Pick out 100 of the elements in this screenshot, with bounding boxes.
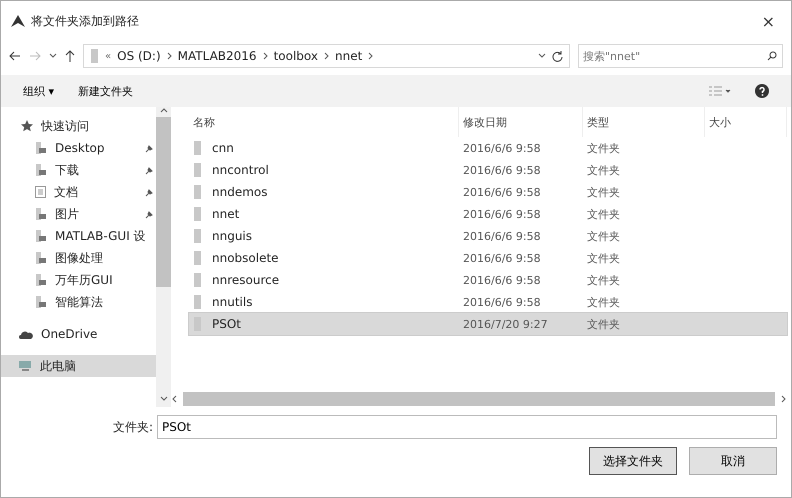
file-row[interactable]: nncontrol 2016/6/6 9:58 文件夹 bbox=[189, 159, 787, 181]
chevron-down-icon[interactable] bbox=[49, 53, 57, 59]
app-logo-icon bbox=[11, 15, 25, 27]
file-row[interactable]: nnobsolete 2016/6/6 9:58 文件夹 bbox=[189, 247, 787, 269]
file-name: nnet bbox=[212, 207, 240, 221]
file-row[interactable]: nndemos 2016/6/6 9:58 文件夹 bbox=[189, 181, 787, 203]
folder-icon bbox=[35, 230, 47, 242]
chevron-right-icon[interactable] bbox=[324, 52, 329, 60]
sidebar-item[interactable]: 文档 bbox=[1, 181, 156, 203]
table-cell-text: 2016/6/6 9:58 bbox=[462, 208, 542, 220]
folder-icon bbox=[35, 252, 47, 264]
chevron-down-icon[interactable] bbox=[538, 53, 546, 59]
file-row[interactable]: nnguis 2016/6/6 9:58 文件夹 bbox=[189, 225, 787, 247]
table-cell-text: 文件夹 bbox=[586, 162, 621, 178]
sidebar-item[interactable]: 图像处理 bbox=[1, 247, 156, 269]
sidebar-item[interactable]: 万年历GUI bbox=[1, 269, 156, 291]
table-cell-text: 2016/6/6 9:58 bbox=[462, 186, 542, 198]
breadcrumb-segment[interactable]: OS (D:) bbox=[117, 49, 161, 63]
search-icon[interactable] bbox=[767, 51, 777, 61]
file-row[interactable]: nnutils 2016/6/6 9:58 文件夹 bbox=[189, 291, 787, 313]
table-cell-text: 2016/6/6 9:58 bbox=[462, 142, 542, 154]
table-cell-text: 文件夹 bbox=[586, 140, 621, 156]
folder-icon bbox=[35, 296, 47, 308]
chevron-left-icon[interactable] bbox=[171, 395, 177, 403]
sidebar-item[interactable]: MATLAB-GUI 设 bbox=[1, 225, 156, 247]
table-cell-text: 2016/7/20 9:27 bbox=[462, 318, 549, 330]
close-button[interactable]: × bbox=[756, 12, 781, 30]
address-bar[interactable]: « OS (D:) MATLAB2016 toolbox nnet bbox=[83, 44, 570, 68]
table-cell-text: 文件夹 bbox=[586, 184, 621, 200]
table-cell-text: 文件夹 bbox=[586, 294, 621, 310]
pin-icon[interactable] bbox=[145, 188, 154, 196]
file-name: nnresource bbox=[212, 273, 280, 287]
dialog-button[interactable]: 取消 bbox=[689, 447, 777, 475]
file-name: nnobsolete bbox=[212, 251, 279, 265]
folder-icon bbox=[35, 274, 47, 286]
document-icon bbox=[35, 186, 46, 198]
breadcrumb-segment[interactable]: nnet bbox=[334, 49, 362, 63]
table-cell-text: 2016/6/6 9:58 bbox=[462, 164, 542, 176]
sidebar-item[interactable]: 快速访问 bbox=[1, 115, 156, 137]
up-arrow-icon[interactable] bbox=[65, 50, 75, 62]
chevron-right-icon[interactable] bbox=[262, 52, 268, 60]
refresh-icon[interactable] bbox=[552, 50, 563, 62]
table-cell-text: 2016/6/6 9:58 bbox=[462, 296, 542, 308]
back-arrow-icon[interactable] bbox=[9, 51, 21, 61]
file-row[interactable]: nnet 2016/6/6 9:58 文件夹 bbox=[189, 203, 787, 225]
help-icon[interactable] bbox=[755, 84, 769, 98]
table-cell-text: 文件夹 bbox=[586, 206, 621, 222]
computer-icon bbox=[19, 361, 32, 371]
folder-icon bbox=[193, 163, 202, 177]
overflow-chevron[interactable]: « bbox=[105, 50, 112, 62]
chevron-right-icon[interactable] bbox=[166, 52, 172, 60]
column-header[interactable]: 修改日期 bbox=[459, 107, 583, 137]
pin-icon[interactable] bbox=[145, 166, 154, 174]
folder-icon bbox=[193, 273, 202, 287]
table-cell-text: 文件夹 bbox=[586, 228, 621, 244]
folder-icon bbox=[193, 295, 202, 309]
cloud-icon bbox=[19, 330, 33, 338]
horizontal-scrollbar[interactable] bbox=[171, 391, 787, 407]
folder-name-field[interactable]: PSOt bbox=[157, 415, 777, 439]
sidebar-item[interactable]: Desktop bbox=[1, 137, 156, 159]
breadcrumb-segment[interactable]: MATLAB2016 bbox=[178, 49, 257, 63]
file-name: nnutils bbox=[212, 295, 252, 309]
folder-icon bbox=[90, 49, 99, 63]
file-name: cnn bbox=[212, 141, 234, 155]
pin-icon[interactable] bbox=[145, 144, 154, 152]
folder-icon bbox=[193, 185, 202, 199]
sidebar-item[interactable]: 此电脑 bbox=[1, 355, 156, 377]
search-field[interactable]: 搜索"nnet" bbox=[578, 44, 783, 68]
chevron-right-icon[interactable] bbox=[368, 52, 374, 60]
file-row[interactable]: PSOt 2016/7/20 9:27 文件夹 bbox=[189, 313, 787, 335]
column-header[interactable]: 大小 bbox=[705, 107, 787, 137]
folder-icon bbox=[193, 229, 202, 243]
column-header[interactable]: 名称 bbox=[189, 107, 459, 137]
view-list-icon[interactable] bbox=[709, 86, 731, 96]
folder-icon bbox=[35, 208, 47, 220]
chevron-right-icon[interactable] bbox=[781, 395, 787, 403]
sidebar-item[interactable]: 下载 bbox=[1, 159, 156, 181]
table-cell-text: 文件夹 bbox=[586, 250, 621, 266]
pin-icon[interactable] bbox=[145, 210, 154, 218]
breadcrumb-segment[interactable]: toolbox bbox=[274, 49, 318, 63]
scrollbar-thumb[interactable] bbox=[183, 392, 775, 406]
organize-menu[interactable]: 组织 ▾ bbox=[23, 84, 54, 98]
column-header[interactable]: 类型 bbox=[583, 107, 705, 137]
folder-icon bbox=[193, 251, 202, 265]
table-cell-text: 2016/6/6 9:58 bbox=[462, 274, 542, 286]
dialog-button[interactable]: 选择文件夹 bbox=[589, 447, 677, 475]
scrollbar-thumb[interactable] bbox=[156, 117, 171, 287]
table-cell-text: 2016/6/6 9:58 bbox=[462, 230, 542, 242]
file-row[interactable]: cnn 2016/6/6 9:58 文件夹 bbox=[189, 137, 787, 159]
star-icon bbox=[21, 120, 33, 132]
chevron-up-icon[interactable] bbox=[160, 107, 168, 113]
new-folder-button[interactable]: 新建文件夹 bbox=[78, 84, 134, 98]
folder-icon bbox=[193, 207, 202, 221]
vertical-scrollbar[interactable] bbox=[156, 107, 171, 407]
file-row[interactable]: nnresource 2016/6/6 9:58 文件夹 bbox=[189, 269, 787, 291]
sidebar-item[interactable]: OneDrive bbox=[1, 323, 156, 345]
sidebar-item[interactable]: 图片 bbox=[1, 203, 156, 225]
chevron-down-icon[interactable] bbox=[160, 396, 168, 402]
sidebar-item[interactable]: 智能算法 bbox=[1, 291, 156, 313]
file-name: nndemos bbox=[212, 185, 268, 199]
